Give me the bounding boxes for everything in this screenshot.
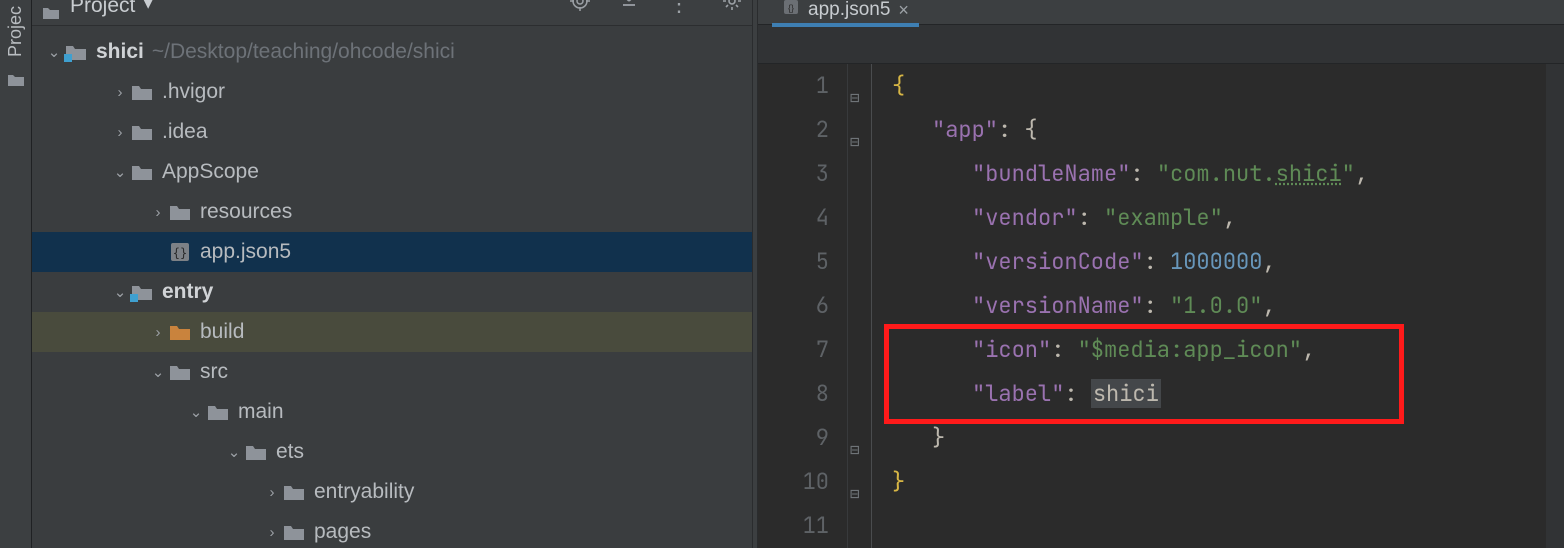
close-icon[interactable]: × xyxy=(898,0,909,21)
tree-item--hvigor[interactable]: › .hvigor xyxy=(32,72,752,112)
tree-item-label: AppScope xyxy=(162,160,259,184)
svg-text:{}: {} xyxy=(173,246,187,260)
tree-item-entryability[interactable]: › entryability xyxy=(32,472,752,512)
editor-panel: {} app.json5 × 1234567891011 ⊟⊟⊟⊟ {"app"… xyxy=(758,0,1564,548)
json-file-icon: {} xyxy=(168,240,192,264)
tree-item-label: pages xyxy=(314,520,371,544)
tree-item-label: main xyxy=(238,400,284,424)
editor-tab-bar: {} app.json5 × xyxy=(758,0,1564,24)
folder-icon xyxy=(7,73,25,87)
expand-arrow-icon[interactable]: ⌄ xyxy=(186,403,206,421)
expand-arrow-icon[interactable]: ⌄ xyxy=(224,443,244,461)
tree-item-appscope[interactable]: ⌄ AppScope xyxy=(32,152,752,192)
tree-item-label: entryability xyxy=(314,480,414,504)
download-icon[interactable] xyxy=(620,9,638,17)
breadcrumb xyxy=(758,24,1564,64)
folder-icon xyxy=(130,120,154,144)
expand-arrow-icon[interactable]: ⌄ xyxy=(44,43,64,61)
folder-icon xyxy=(168,320,192,344)
tree-item-label: shici xyxy=(96,40,144,64)
tree-item-label: resources xyxy=(200,200,292,224)
tree-item-entry[interactable]: ⌄ entry xyxy=(32,272,752,312)
line-number-gutter: 1234567891011 xyxy=(758,64,848,548)
expand-arrow-icon[interactable]: › xyxy=(148,324,168,341)
tool-window-tab-label: Projec xyxy=(5,0,26,63)
tree-item--idea[interactable]: › .idea xyxy=(32,112,752,152)
code-content[interactable]: {"app": {"bundleName": "com.nut.shici","… xyxy=(872,64,1564,548)
tree-item-resources[interactable]: › resources xyxy=(32,192,752,232)
folder-icon xyxy=(282,520,306,544)
folder-icon xyxy=(42,6,60,20)
code-editor[interactable]: 1234567891011 ⊟⊟⊟⊟ {"app": {"bundleName"… xyxy=(758,64,1564,548)
editor-scrollbar[interactable] xyxy=(1546,64,1564,548)
tool-window-tab-project[interactable]: Projec xyxy=(0,0,32,548)
panel-title: Project xyxy=(70,0,135,18)
fold-gutter[interactable]: ⊟⊟⊟⊟ xyxy=(848,64,872,548)
fold-toggle-icon[interactable]: ⊟ xyxy=(850,428,860,472)
project-toolbar: Project ▾ ⋮ xyxy=(32,0,752,26)
tab-app-json5[interactable]: {} app.json5 × xyxy=(772,0,919,24)
project-path: ~/Desktop/teaching/ohcode/shici xyxy=(152,40,455,64)
chevron-down-icon[interactable]: ▾ xyxy=(143,0,153,15)
project-tree[interactable]: ⌄ shici ~/Desktop/teaching/ohcode/shici › .h… xyxy=(32,26,752,548)
expand-arrow-icon[interactable]: ⌄ xyxy=(110,163,130,181)
expand-arrow-icon[interactable]: › xyxy=(110,84,130,101)
expand-arrow-icon[interactable]: › xyxy=(148,204,168,221)
tree-item-pages[interactable]: › pages xyxy=(32,512,752,548)
tab-label: app.json5 xyxy=(808,0,890,21)
tree-item-label: build xyxy=(200,320,244,344)
folder-icon xyxy=(206,400,230,424)
more-icon[interactable]: ⋮ xyxy=(668,0,692,17)
tree-item-ets[interactable]: ⌄ ets xyxy=(32,432,752,472)
project-panel: Project ▾ ⋮ ⌄ shici ~/Desktop/teaching/ohc… xyxy=(32,0,752,548)
tree-item-label: .idea xyxy=(162,120,208,144)
expand-arrow-icon[interactable]: › xyxy=(262,524,282,541)
tree-item-label: src xyxy=(200,360,228,384)
target-icon[interactable] xyxy=(570,9,590,17)
json-file-icon: {} xyxy=(782,0,800,22)
module-icon xyxy=(130,280,154,304)
tree-item-label: ets xyxy=(276,440,304,464)
svg-text:{}: {} xyxy=(788,3,794,13)
tree-item-build[interactable]: › build xyxy=(32,312,752,352)
module-icon xyxy=(64,40,88,64)
active-tab-indicator xyxy=(772,23,919,27)
folder-icon xyxy=(168,200,192,224)
fold-toggle-icon[interactable]: ⊟ xyxy=(850,120,860,164)
fold-toggle-icon[interactable]: ⊟ xyxy=(850,472,860,516)
tree-item-label: app.json5 xyxy=(200,240,291,264)
expand-arrow-icon[interactable]: ⌄ xyxy=(110,283,130,301)
expand-arrow-icon[interactable]: › xyxy=(110,124,130,141)
tree-item-app-json5[interactable]: {} app.json5 xyxy=(32,232,752,272)
tree-item-label: .hvigor xyxy=(162,80,225,104)
folder-icon xyxy=(130,80,154,104)
tree-item-src[interactable]: ⌄ src xyxy=(32,352,752,392)
folder-icon xyxy=(130,160,154,184)
fold-toggle-icon[interactable]: ⊟ xyxy=(850,76,860,120)
expand-arrow-icon[interactable]: › xyxy=(262,484,282,501)
expand-arrow-icon[interactable]: ⌄ xyxy=(148,363,168,381)
tree-item-main[interactable]: ⌄ main xyxy=(32,392,752,432)
folder-icon xyxy=(282,480,306,504)
tree-item-label: entry xyxy=(162,280,213,304)
tree-item-shici[interactable]: ⌄ shici ~/Desktop/teaching/ohcode/shici xyxy=(32,32,752,72)
gear-icon[interactable] xyxy=(722,9,742,17)
folder-icon xyxy=(244,440,268,464)
folder-icon xyxy=(168,360,192,384)
